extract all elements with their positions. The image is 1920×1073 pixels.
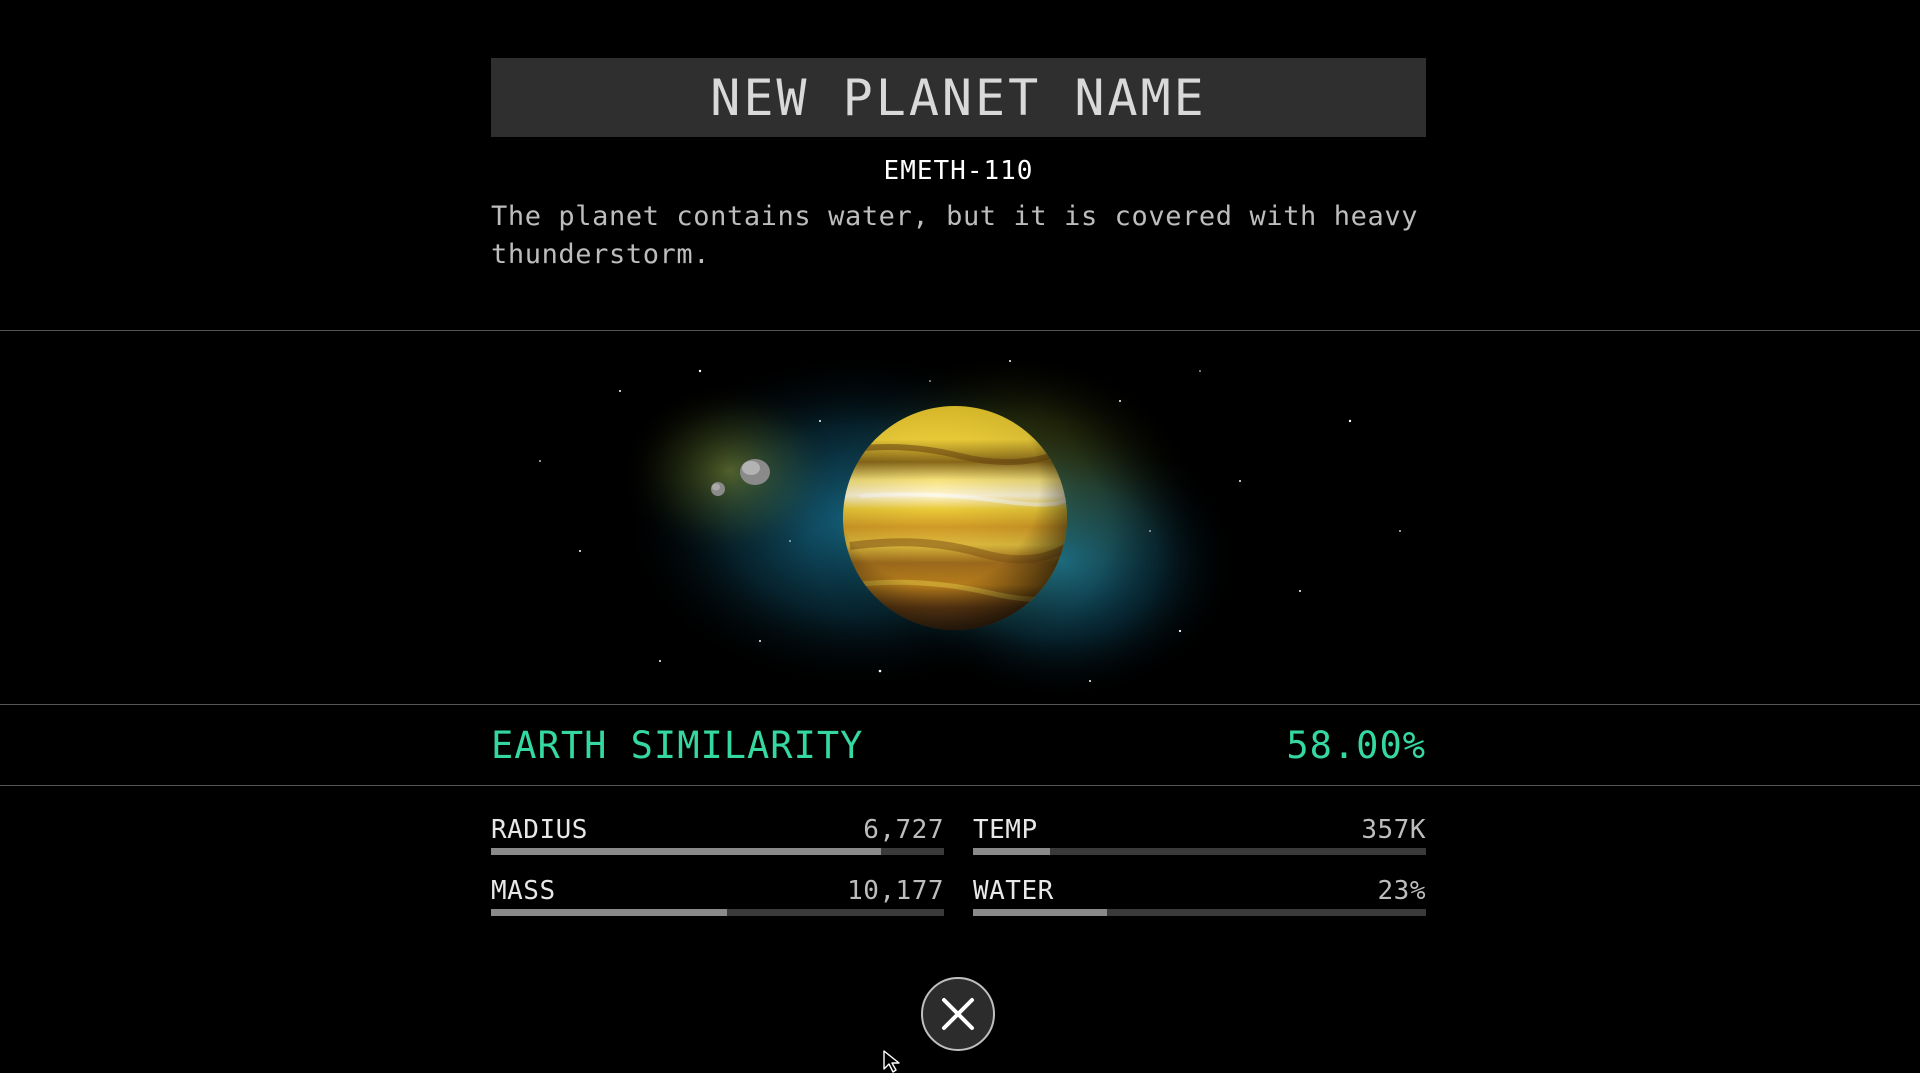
planet-scene: [539, 351, 1401, 701]
close-icon: [942, 998, 974, 1030]
stat-radius-bar-fill: [491, 848, 881, 855]
planet-description: The planet contains water, but it is cov…: [491, 201, 1419, 270]
asteroid-small: [711, 482, 725, 496]
stat-mass-label: MASS: [491, 876, 556, 906]
stat-mass-value: 10,177: [847, 876, 944, 906]
stat-water-bar-fill: [973, 909, 1107, 916]
stat-water-bar: [973, 909, 1426, 916]
stat-mass: MASS 10,177: [491, 876, 944, 916]
stat-water: WATER 23%: [973, 876, 1426, 916]
stat-temp-bar: [973, 848, 1426, 855]
stat-radius: RADIUS 6,727: [491, 815, 944, 855]
close-button[interactable]: [921, 977, 995, 1051]
divider-bottom: [0, 785, 1920, 786]
stat-temp-label: TEMP: [973, 815, 1038, 845]
stat-radius-value: 6,727: [863, 815, 944, 845]
stat-radius-label: RADIUS: [491, 815, 588, 845]
earth-similarity-label: EARTH SIMILARITY: [491, 723, 864, 767]
mouse-cursor-icon: [883, 1050, 900, 1073]
stat-temp: TEMP 357K: [973, 815, 1426, 855]
stat-mass-bar: [491, 909, 944, 916]
planet-name-field[interactable]: NEW PLANET NAME: [491, 58, 1426, 137]
stat-temp-value: 357K: [1361, 815, 1426, 845]
earth-similarity-value: 58.00%: [1286, 723, 1426, 767]
asteroid-large: [740, 459, 770, 485]
planet-id: EMETH-110: [883, 156, 1034, 186]
stat-water-value: 23%: [1377, 876, 1426, 906]
planet-viewport: [0, 331, 1920, 704]
stat-water-label: WATER: [973, 876, 1054, 906]
planet-name-title: NEW PLANET NAME: [710, 68, 1207, 127]
planet-discovery-screen: NEW PLANET NAME EMETH-110 The planet con…: [0, 0, 1920, 1073]
stat-temp-bar-fill: [973, 848, 1050, 855]
stat-mass-bar-fill: [491, 909, 727, 916]
earth-similarity-row: EARTH SIMILARITY 58.00%: [491, 705, 1426, 785]
stat-radius-bar: [491, 848, 944, 855]
